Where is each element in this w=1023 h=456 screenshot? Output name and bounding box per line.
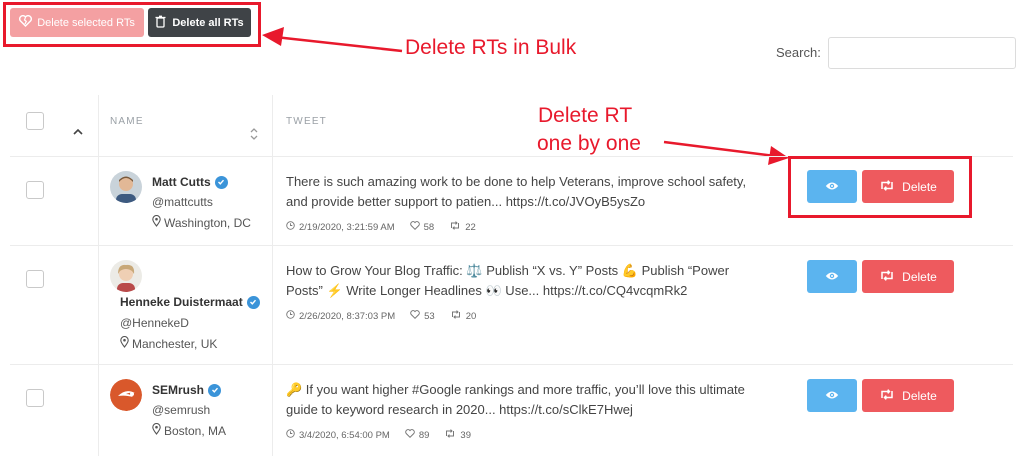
user-name-text: Matt Cutts (152, 175, 211, 189)
delete-button[interactable]: Delete (862, 379, 954, 412)
user-location: Boston, MA (152, 422, 227, 438)
column-divider (272, 95, 273, 456)
like-count: 58 (423, 221, 435, 233)
verified-icon (246, 295, 260, 309)
key-emoji-icon: 🔑 (286, 382, 303, 397)
clock-icon (286, 221, 295, 233)
user-name: SEMrush (152, 383, 222, 397)
tweet-date: 2/26/2020, 8:37:03 PM (299, 310, 396, 322)
row-divider (10, 245, 1013, 246)
delete-label: Delete (902, 388, 937, 403)
row-divider (10, 364, 1013, 365)
tweet-text: How to Grow Your Blog Traffic: ⚖️ Publis… (286, 261, 786, 300)
user-name-text: SEMrush (152, 383, 205, 397)
tweet-line: and provide better support to patien... … (286, 193, 646, 209)
lightning-emoji-icon: ⚡ (326, 282, 343, 298)
row-checkbox[interactable] (26, 389, 44, 407)
tweet-line: How to Grow Your Blog Traffic: ⚖️ Publis… (286, 263, 730, 278)
retweet-icon (879, 388, 895, 403)
location-text: Manchester, UK (132, 336, 218, 351)
eye-icon (825, 387, 839, 405)
verified-icon (214, 175, 228, 189)
like-count: 53 (424, 310, 435, 322)
search-label: Search: (776, 45, 821, 60)
flexed-biceps-emoji-icon: 💪 (621, 263, 638, 278)
heart-icon (410, 310, 420, 322)
clock-icon (286, 310, 295, 322)
map-pin-icon (152, 214, 161, 230)
location-text: Boston, MA (164, 423, 227, 438)
single-delete-highlight (788, 156, 972, 218)
tweet-column-header[interactable]: TWEET (286, 116, 327, 127)
select-all-checkbox[interactable] (26, 112, 44, 130)
search-input[interactable] (828, 37, 1016, 69)
user-name-text: Henneke Duistermaat (120, 295, 243, 309)
map-pin-icon (120, 335, 129, 351)
row-checkbox[interactable] (26, 270, 44, 288)
retweet-count: 20 (465, 310, 477, 322)
map-pin-icon (152, 422, 161, 438)
user-handle[interactable]: @semrush (152, 403, 210, 417)
retweet-count: 22 (465, 221, 476, 233)
user-location: Manchester, UK (120, 335, 218, 351)
tweet-text: 🔑 If you want higher #Google rankings an… (286, 380, 786, 419)
tweet-line: Posts” ⚡ Write Longer Headlines 👀 Use...… (286, 282, 688, 298)
like-count: 89 (418, 429, 430, 441)
view-button[interactable] (807, 379, 857, 412)
single-annotation-line2: one by one (537, 132, 641, 155)
tweet-line: guide to keyword research in 2020... htt… (286, 401, 633, 417)
tweet-date: 2/19/2020, 3:21:59 AM (299, 221, 395, 233)
delete-label: Delete (902, 269, 937, 284)
view-button[interactable] (807, 260, 857, 293)
scales-emoji-icon: ⚖️ (466, 263, 483, 278)
clock-icon (286, 429, 295, 441)
tweet-text: There is such amazing work to be done to… (286, 172, 786, 211)
retweet-icon (879, 269, 895, 284)
retweet-icon (450, 310, 462, 322)
tweet-meta: 2/26/2020, 8:37:03 PM 53 20 (286, 310, 488, 322)
single-annotation-line1: Delete RT (538, 104, 633, 127)
tweet-date: 3/4/2020, 6:54:00 PM (299, 429, 390, 441)
tweet-meta: 2/19/2020, 3:21:59 AM 58 22 (286, 221, 488, 233)
row-checkbox[interactable] (26, 181, 44, 199)
retweet-count: 39 (460, 429, 471, 441)
user-name: Matt Cutts (152, 175, 228, 189)
name-column-header[interactable]: NAME (110, 116, 144, 127)
user-handle[interactable]: @mattcutts (152, 195, 213, 209)
bulk-annotation: Delete RTs in Bulk (405, 36, 577, 59)
delete-button[interactable]: Delete (862, 260, 954, 293)
location-text: Washington, DC (164, 215, 251, 230)
user-name: Henneke Duistermaat (120, 295, 260, 309)
verified-icon (208, 383, 222, 397)
tweet-line: There is such amazing work to be done to… (286, 174, 747, 189)
avatar (110, 171, 142, 203)
avatar (110, 379, 142, 411)
user-location: Washington, DC (152, 214, 251, 230)
tweet-meta: 3/4/2020, 6:54:00 PM 89 39 (286, 429, 483, 441)
heart-icon (409, 221, 420, 233)
eyes-emoji-icon: 👀 (485, 282, 502, 298)
eye-icon (825, 268, 839, 286)
heart-icon (405, 429, 415, 441)
tweet-line: 🔑 If you want higher #Google rankings an… (286, 382, 745, 397)
retweet-icon (449, 221, 461, 233)
sort-asc-icon[interactable] (73, 122, 83, 140)
retweet-icon (444, 429, 456, 441)
sort-toggle-icon[interactable] (249, 127, 259, 146)
avatar (110, 260, 142, 292)
user-handle[interactable]: @HennekeD (120, 316, 189, 330)
column-divider (98, 95, 99, 456)
